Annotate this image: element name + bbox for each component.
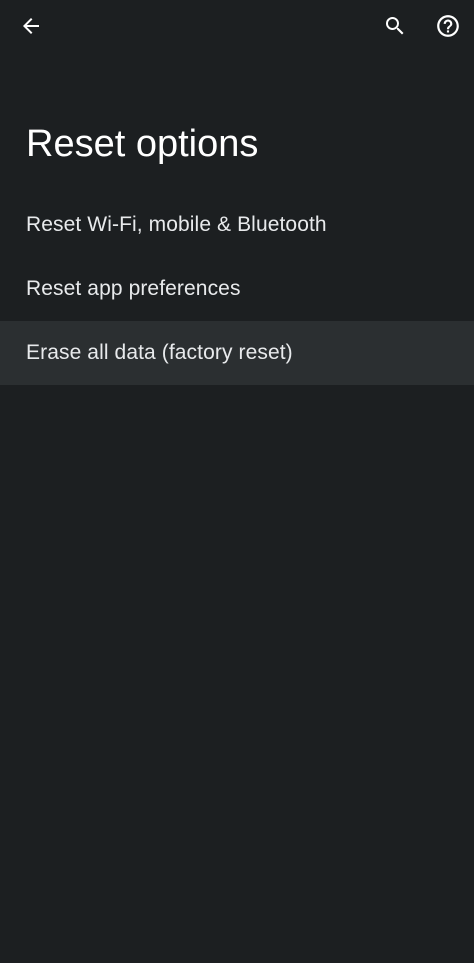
back-button[interactable] <box>9 4 53 48</box>
app-bar <box>0 0 474 52</box>
page-title: Reset options <box>26 123 259 165</box>
option-label: Reset app preferences <box>26 277 241 300</box>
arrow-back-icon <box>23 18 39 34</box>
option-reset-app-preferences[interactable]: Reset app preferences <box>0 257 474 321</box>
help-button[interactable] <box>426 4 470 48</box>
option-label: Reset Wi-Fi, mobile & Bluetooth <box>26 213 327 236</box>
option-reset-network[interactable]: Reset Wi-Fi, mobile & Bluetooth <box>0 193 474 257</box>
reset-options-list: Reset Wi-Fi, mobile & Bluetooth Reset ap… <box>0 193 474 385</box>
search-button[interactable] <box>373 4 417 48</box>
option-factory-reset[interactable]: Erase all data (factory reset) <box>0 321 474 385</box>
help-circle-icon <box>437 15 459 37</box>
option-label: Erase all data (factory reset) <box>26 341 293 364</box>
search-icon <box>386 17 404 35</box>
